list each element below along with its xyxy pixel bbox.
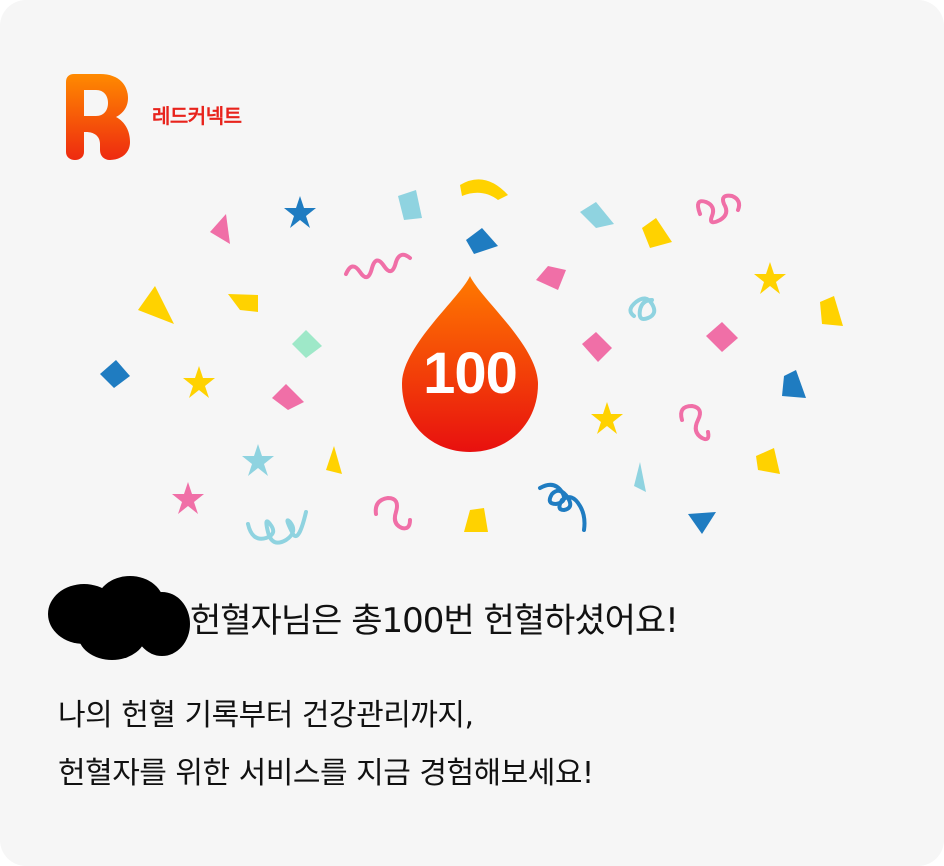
description-line-1: 나의 헌혈 기록부터 건강관리까지, <box>58 698 474 733</box>
description-line-2: 헌혈자를 위한 서비스를 지금 경험해보세요! <box>58 756 594 791</box>
celebration-card: 레드커넥트 100 헌혈자님은 총100번 헌혈하셨어요! 나의 헌혈 기록부터… <box>0 0 944 866</box>
redacted-name <box>48 576 190 660</box>
donation-count-badge: 100 <box>423 341 518 406</box>
donation-headline: 헌혈자님은 총100번 헌혈하셨어요! <box>190 601 679 641</box>
